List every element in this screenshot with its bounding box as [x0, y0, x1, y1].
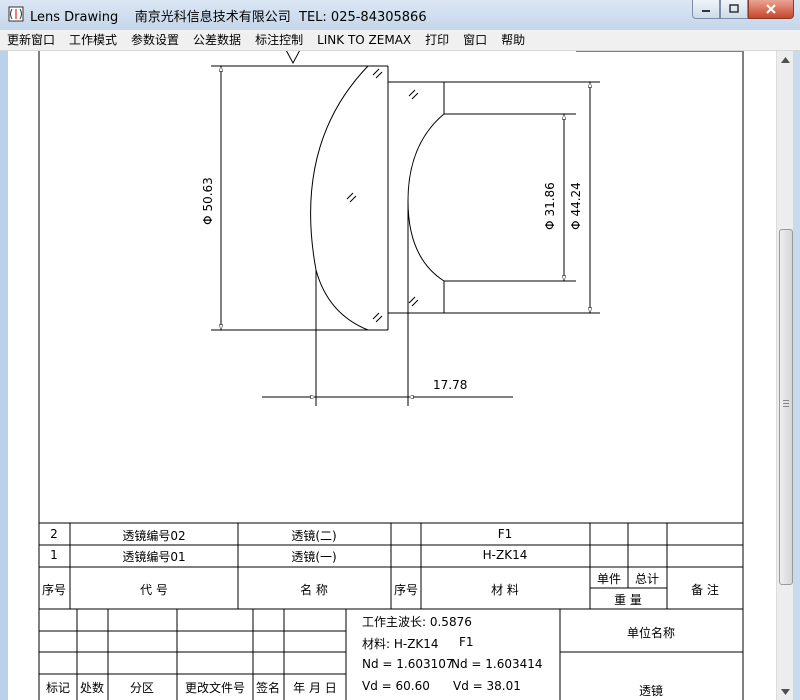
menu-help[interactable]: 帮助 — [494, 30, 532, 50]
dim-label-inner: Φ 31.86 — [542, 182, 557, 230]
spec-material: 材料: H-ZK14 — [362, 637, 439, 651]
header-material: 材 料 — [491, 583, 519, 597]
rev-header-mark: 标记 — [45, 681, 71, 695]
part-1-code: 透镜编号01 — [122, 550, 186, 564]
scroll-down-icon — [781, 688, 790, 695]
minimize-button[interactable] — [692, 0, 720, 19]
drawing-name: 透镜 — [638, 684, 664, 698]
rev-header-count: 处数 — [79, 681, 105, 695]
spec-wavelength: 工作主波长: 0.5876 — [362, 615, 472, 629]
spec-vd-2: Vd = 38.01 — [453, 679, 521, 693]
part-1-name: 透镜(一) — [291, 550, 337, 564]
company-name-label: 单位名称 — [626, 626, 676, 640]
menu-print[interactable]: 打印 — [418, 30, 456, 50]
part-1-index: 1 — [50, 548, 58, 562]
part-2-name: 透镜(二) — [291, 529, 337, 543]
dim-label-outer: Φ 50.63 — [200, 177, 215, 225]
menu-refresh-window[interactable]: 更新窗口 — [0, 30, 62, 50]
spec-material-second: F1 — [459, 635, 474, 649]
rev-header-zone: 分区 — [129, 681, 155, 695]
menu-work-mode[interactable]: 工作模式 — [62, 30, 124, 50]
header-index: 序号 — [41, 583, 67, 597]
minimize-icon — [702, 10, 710, 12]
scroll-up-icon — [781, 56, 790, 63]
dim-label-mid: Φ 44.24 — [568, 182, 583, 230]
drawing-canvas[interactable]: Φ 50.63 Φ 31.86 Φ 44.24 17.78 2 透镜编号02 透… — [8, 51, 776, 700]
spec-nd-1: Nd = 1.603107 — [362, 657, 454, 671]
menu-bar: 更新窗口 工作模式 参数设置 公差数据 标注控制 LINK TO ZEMAX 打… — [0, 30, 800, 51]
spec-nd-2: Nd = 1.603414 — [451, 657, 543, 671]
window-controls — [692, 0, 794, 20]
scroll-down-button[interactable] — [777, 683, 794, 700]
header-total-weight: 总计 — [634, 572, 660, 586]
header-seq: 序号 — [393, 583, 419, 597]
maximize-button[interactable] — [720, 0, 748, 19]
header-code: 代 号 — [140, 583, 168, 597]
app-icon — [8, 6, 24, 22]
dim-label-thickness: 17.78 — [433, 378, 468, 392]
rev-header-sign: 签名 — [255, 681, 281, 695]
spec-vd-1: Vd = 60.60 — [362, 679, 430, 693]
lens-element-1 — [211, 51, 389, 331]
part-2-index: 2 — [50, 527, 58, 541]
header-unit-weight: 单件 — [596, 572, 622, 586]
vertical-scrollbar[interactable] — [776, 51, 794, 700]
maximize-icon — [729, 4, 739, 13]
window-frame-right — [793, 51, 800, 700]
window-title: Lens Drawing 南京光科信息技术有限公司 TEL: 025-84305… — [30, 10, 427, 25]
header-name: 名 称 — [300, 583, 328, 597]
header-weight: 重 量 — [614, 593, 642, 607]
rev-header-date: 年 月 日 — [293, 681, 337, 695]
rev-header-doc-no: 更改文件号 — [184, 681, 246, 695]
header-remark: 备 注 — [691, 583, 719, 597]
menu-annotation[interactable]: 标注控制 — [248, 30, 310, 50]
menu-link-zemax[interactable]: LINK TO ZEMAX — [310, 30, 418, 50]
lens-drawing — [38, 51, 744, 700]
scroll-up-button[interactable] — [777, 51, 794, 68]
close-button[interactable] — [748, 0, 794, 19]
menu-tolerance[interactable]: 公差数据 — [186, 30, 248, 50]
part-1-material: H-ZK14 — [482, 548, 528, 562]
part-2-code: 透镜编号02 — [122, 529, 186, 543]
menu-window[interactable]: 窗口 — [456, 30, 494, 50]
scroll-thumb[interactable] — [779, 229, 793, 585]
part-2-material: F1 — [497, 527, 513, 541]
menu-parameters[interactable]: 参数设置 — [124, 30, 186, 50]
lens-element-2 — [388, 81, 445, 314]
close-icon — [766, 4, 776, 14]
title-bar: Lens Drawing 南京光科信息技术有限公司 TEL: 025-84305… — [0, 0, 800, 30]
